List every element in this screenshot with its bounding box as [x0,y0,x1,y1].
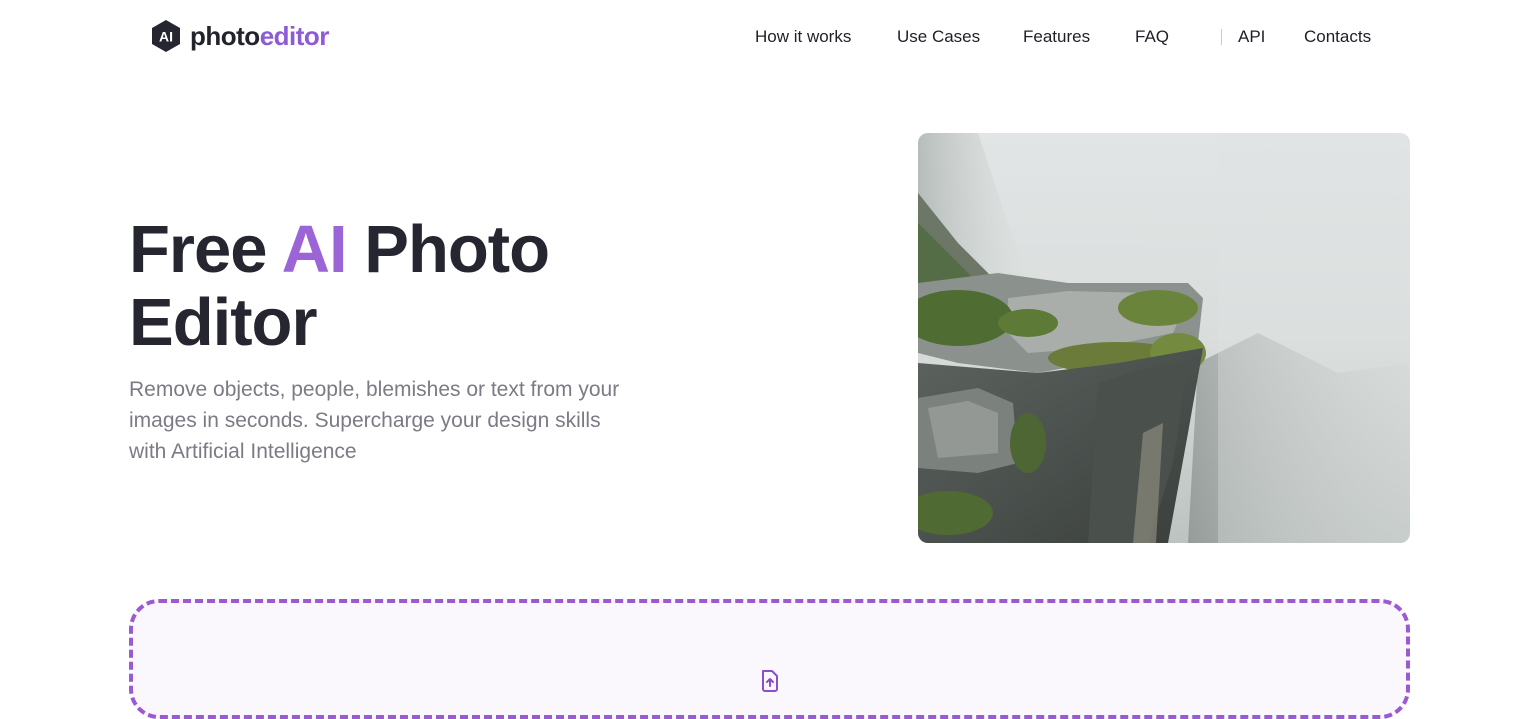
logo[interactable]: AI photoeditor [150,19,329,53]
logo-text: photoeditor [190,19,329,53]
logo-badge-icon: AI [150,19,182,53]
hero-title-line2: Editor [129,285,318,360]
hero-title-part2: Photo [346,212,550,287]
nav-divider [1221,29,1222,45]
nav-how-it-works[interactable]: How it works [755,26,851,48]
nav-use-cases[interactable]: Use Cases [897,26,980,48]
logo-text-accent: editor [259,21,330,51]
upload-dropzone[interactable] [129,599,1410,719]
nav-features[interactable]: Features [1023,26,1090,48]
logo-text-primary: photo [190,21,260,51]
hero-title-part1: Free [129,212,282,287]
nav-api[interactable]: API [1238,26,1265,48]
site-header: AI photoeditor How it works Use Cases Fe… [0,0,1536,72]
nav-contacts[interactable]: Contacts [1304,26,1371,48]
svg-text:AI: AI [159,29,173,45]
hero-subtitle: Remove objects, people, blemishes or tex… [129,378,620,463]
hero-title: Free AI Photo Editor [129,213,689,359]
hero-photo [918,133,1410,543]
file-upload-icon[interactable] [760,669,780,693]
nav-faq[interactable]: FAQ [1135,26,1169,48]
hero-title-accent: AI [281,212,348,287]
